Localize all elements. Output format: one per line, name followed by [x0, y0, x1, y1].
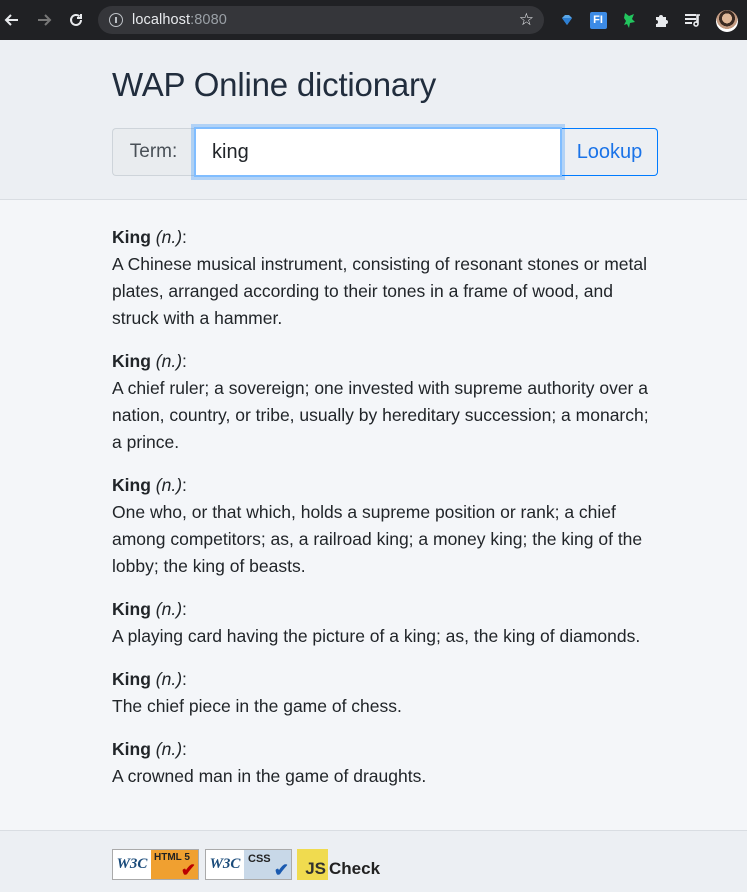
extensions-puzzle-icon[interactable] — [651, 10, 671, 30]
entry-definition: A chief ruler; a sovereign; one invested… — [112, 378, 649, 452]
definition-entry: King (n.): A chief ruler; a sovereign; o… — [112, 348, 658, 456]
media-queue-icon[interactable] — [683, 10, 703, 30]
entry-heading: King (n.): — [112, 224, 658, 251]
entry-word: King — [112, 475, 151, 495]
entry-word: King — [112, 351, 151, 371]
entry-definition: A crowned man in the game of draughts. — [112, 766, 427, 786]
address-bar[interactable]: localhost:8080 ☆ — [98, 6, 544, 34]
page-header: WAP Online dictionary Term: Lookup — [0, 40, 747, 200]
w3c-css-badge[interactable]: W3C CSS ✔ — [205, 849, 292, 880]
browser-toolbar: localhost:8080 ☆ FI — [0, 0, 747, 40]
w3c-logo: W3C — [116, 856, 148, 872]
entry-part-of-speech: (n.) — [155, 669, 183, 689]
entry-part-of-speech: (n.) — [155, 227, 183, 247]
entry-colon: : — [182, 227, 187, 247]
entry-definition: A Chinese musical instrument, consisting… — [112, 254, 647, 328]
search-form: Term: Lookup — [112, 127, 658, 177]
checkmark-icon: ✔ — [273, 860, 289, 880]
entry-heading: King (n.): — [112, 666, 658, 693]
entry-definition: A playing card having the picture of a k… — [112, 626, 641, 646]
entry-part-of-speech: (n.) — [155, 351, 183, 371]
entry-word: King — [112, 669, 151, 689]
entry-heading: King (n.): — [112, 596, 658, 623]
site-info-icon[interactable] — [109, 13, 123, 27]
entry-heading: King (n.): — [112, 348, 658, 375]
bookmark-star-icon[interactable]: ☆ — [519, 10, 534, 30]
entry-heading: King (n.): — [112, 472, 658, 499]
entry-part-of-speech: (n.) — [155, 475, 183, 495]
url-port: :8080 — [190, 12, 227, 28]
js-logo: JS — [297, 849, 328, 880]
entry-definition: The chief piece in the game of chess. — [112, 696, 402, 716]
html5-badge-label: HTML 5 ✔ — [151, 850, 198, 879]
entry-part-of-speech: (n.) — [155, 599, 183, 619]
entry-word: King — [112, 227, 151, 247]
entry-word: King — [112, 739, 151, 759]
forward-arrow-icon[interactable] — [32, 8, 56, 32]
url-host: localhost — [132, 12, 191, 28]
term-label: Term: — [112, 128, 194, 176]
definition-entry: King (n.): A playing card having the pic… — [112, 596, 658, 650]
address-url: localhost:8080 — [132, 12, 227, 28]
w3c-html5-badge[interactable]: W3C HTML 5 ✔ — [112, 849, 199, 880]
entry-heading: King (n.): — [112, 736, 658, 763]
css-badge-kind: CSS — [248, 853, 271, 865]
entry-colon: : — [182, 669, 187, 689]
definition-entry: King (n.): One who, or that which, holds… — [112, 472, 658, 580]
entry-colon: : — [182, 475, 187, 495]
definition-entry: King (n.): The chief piece in the game o… — [112, 666, 658, 720]
gem-extension-icon[interactable] — [557, 10, 577, 30]
css-badge-label: CSS ✔ — [244, 850, 291, 879]
jscheck-badge[interactable]: JS Check — [297, 849, 387, 880]
fi-extension-icon[interactable]: FI — [588, 10, 608, 30]
jscheck-label: Check — [329, 859, 381, 878]
definition-entry: King (n.): A crowned man in the game of … — [112, 736, 658, 790]
entry-colon: : — [182, 351, 187, 371]
results-list: King (n.): A Chinese musical instrument,… — [112, 224, 658, 806]
back-arrow-icon[interactable] — [0, 8, 24, 32]
entry-colon: : — [182, 739, 187, 759]
term-input[interactable] — [194, 127, 562, 177]
w3c-logo: W3C — [209, 856, 241, 872]
entry-word: King — [112, 599, 151, 619]
definition-entry: King (n.): A Chinese musical instrument,… — [112, 224, 658, 332]
reload-icon[interactable] — [64, 8, 88, 32]
lookup-button[interactable]: Lookup — [562, 128, 658, 176]
entry-definition: One who, or that which, holds a supreme … — [112, 502, 643, 576]
page-footer: W3C HTML 5 ✔ W3C CSS ✔ JS Check — [0, 830, 747, 892]
dinosaur-extension-icon[interactable] — [620, 10, 640, 30]
profile-avatar[interactable] — [716, 10, 738, 32]
page-title: WAP Online dictionary — [112, 66, 437, 103]
checkmark-icon: ✔ — [180, 860, 196, 880]
entry-colon: : — [182, 599, 187, 619]
entry-part-of-speech: (n.) — [155, 739, 183, 759]
